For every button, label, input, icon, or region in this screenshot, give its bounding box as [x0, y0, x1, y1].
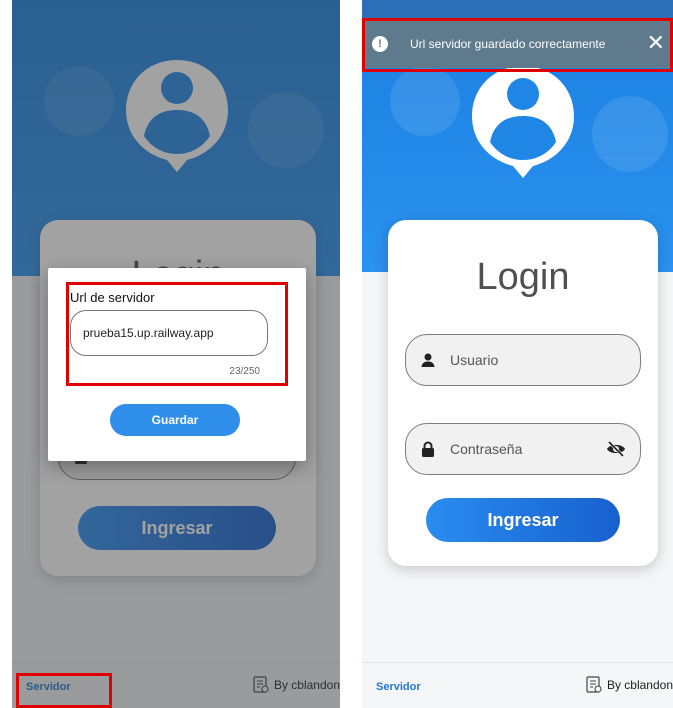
- ingresar-button[interactable]: Ingresar: [426, 498, 620, 542]
- guardar-button[interactable]: Guardar: [110, 404, 240, 436]
- login-card: Login Ingresar: [388, 220, 658, 566]
- highlight-box-servidor: [16, 673, 112, 708]
- author-credit: By cblandon: [585, 676, 673, 694]
- user-location-pin-icon: [468, 62, 578, 178]
- person-icon: [420, 352, 436, 368]
- login-title: Login: [476, 256, 570, 298]
- contrasena-input[interactable]: [450, 441, 590, 457]
- footer: Servidor By cblandon: [362, 662, 673, 708]
- status-bar: [362, 0, 673, 20]
- highlight-box-dialog-input: [66, 282, 288, 386]
- left-screen: Login Ingresar Servidor By cblandon Url …: [12, 0, 340, 708]
- developer-badge-icon: [585, 676, 603, 694]
- decorative-bubble: [390, 66, 460, 136]
- author-label: By cblandon: [606, 678, 673, 692]
- right-screen: ! Url servidor guardado correctamente ✕ …: [362, 0, 673, 708]
- decorative-bubble: [592, 96, 668, 172]
- usuario-field[interactable]: [405, 334, 641, 386]
- lock-icon: [420, 441, 436, 457]
- servidor-link[interactable]: Servidor: [376, 681, 421, 693]
- usuario-input[interactable]: [450, 352, 590, 368]
- eye-off-icon[interactable]: [606, 440, 626, 458]
- contrasena-field[interactable]: [405, 423, 641, 475]
- highlight-box-snackbar: [362, 18, 673, 72]
